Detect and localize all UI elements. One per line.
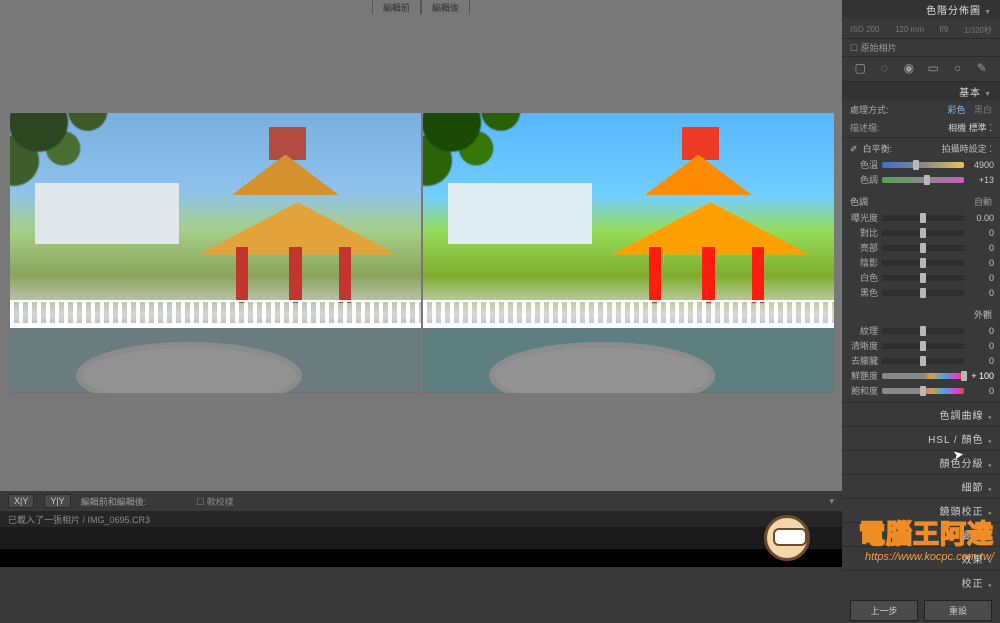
status-loaded-text: 已載入了一張相片 / [8, 515, 85, 525]
original-photo-toggle[interactable]: ☐ 原始相片 [842, 38, 1000, 57]
slider-shadows[interactable]: 陰影0 [848, 255, 994, 270]
slider-dehaze[interactable]: 去朦朧0 [848, 353, 994, 368]
profile-row[interactable]: 描述檔: 相機 標準 ⁚ [842, 118, 1000, 138]
radial-tool-icon[interactable]: ○ [949, 61, 965, 77]
status-bar: 已載入了一張相片 / IMG_0695.CR3 [0, 511, 842, 527]
slider-clarity[interactable]: 清晰度0 [848, 338, 994, 353]
before-after-tabs: 編輯前 編輯後 [0, 0, 842, 14]
sidebar-action-buttons: 上一步 重設 [842, 594, 1000, 623]
treatment-color[interactable]: 彩色 [947, 105, 965, 115]
panel-lens[interactable]: 鏡頭校正◂ [842, 498, 1000, 522]
soft-proof-checkbox[interactable]: 軟校樣 [207, 497, 234, 507]
slider-texture[interactable]: 紋理0 [848, 323, 994, 338]
slider-contrast[interactable]: 對比0 [848, 225, 994, 240]
slider-vibrance[interactable]: 鮮艷度+ 100 [848, 368, 994, 383]
gradient-tool-icon[interactable]: ▭ [925, 61, 941, 77]
white-balance-group: ✐ 白平衡: 拍攝時設定 ⁚ 色溫4900 色調+13 [842, 138, 1000, 191]
panel-tone-curve[interactable]: 色調曲線◂ [842, 402, 1000, 426]
treatment-row: 處理方式: 彩色 黑白 [842, 101, 1000, 118]
panel-effects[interactable]: 效果◂ [842, 546, 1000, 570]
slider-temperature[interactable]: 色溫4900 [848, 157, 994, 172]
slider-exposure[interactable]: 曝光度0.00 [848, 210, 994, 225]
chevron-down-icon[interactable]: ▾ [829, 496, 834, 507]
develop-sidebar: 色階分佈圖▼ ISO 200120 mmf/91/320秒 ☐ 原始相片 ▢ ◌… [842, 0, 1000, 567]
redeye-tool-icon[interactable]: ◉ [901, 61, 917, 77]
mascot-icon [764, 515, 810, 561]
panel-detail[interactable]: 細節◂ [842, 474, 1000, 498]
panel-color-grading[interactable]: 顏色分級◂ [842, 450, 1000, 474]
histogram-exif: ISO 200120 mmf/91/320秒 [842, 25, 1000, 38]
photo-before[interactable] [10, 113, 421, 393]
eyedropper-icon[interactable]: ✐ [850, 144, 858, 154]
slider-tint[interactable]: 色調+13 [848, 172, 994, 187]
presence-group: 外觀 紋理0 清晰度0 去朦朧0 鮮艷度+ 100 飽和度0 [842, 304, 1000, 402]
app-root: 編輯前 編輯後 X|Y Y|Y 編輯前和編輯後: ☐ 軟校樣 ▾ 已載入了一張 [0, 0, 1000, 567]
view-mode-yy-button[interactable]: Y|Y [44, 494, 70, 508]
auto-tone-button[interactable]: 自動 [974, 195, 992, 208]
slider-saturation[interactable]: 飽和度0 [848, 383, 994, 398]
slider-highlights[interactable]: 亮部0 [848, 240, 994, 255]
before-after-label: 編輯前和編輯後: [81, 495, 147, 508]
panel-transform[interactable]: 變形◂ [842, 522, 1000, 546]
tab-after[interactable]: 編輯後 [421, 0, 470, 14]
previous-button[interactable]: 上一步 [850, 600, 918, 621]
local-adjustment-tools: ▢ ◌ ◉ ▭ ○ ✎ [842, 57, 1000, 82]
tone-group: 色調自動 曝光度0.00 對比0 亮部0 陰影0 白色0 黑色0 [842, 191, 1000, 304]
view-mode-xy-button[interactable]: X|Y [8, 494, 34, 508]
wb-preset-dropdown[interactable]: 拍攝時設定 ⁚ [942, 142, 992, 155]
footer-bar [0, 549, 842, 567]
reset-button[interactable]: 重設 [924, 600, 992, 621]
brush-tool-icon[interactable]: ✎ [974, 61, 990, 77]
photo-after[interactable] [423, 113, 834, 393]
panel-hsl[interactable]: HSL / 顏色◂ [842, 426, 1000, 450]
treatment-bw[interactable]: 黑白 [974, 105, 992, 115]
spot-tool-icon[interactable]: ◌ [876, 61, 892, 77]
slider-whites[interactable]: 白色0 [848, 270, 994, 285]
slider-blacks[interactable]: 黑色0 [848, 285, 994, 300]
main-area: 編輯前 編輯後 X|Y Y|Y 編輯前和編輯後: ☐ 軟校樣 ▾ 已載入了一張 [0, 0, 842, 567]
status-filename: IMG_0695.CR3 [88, 515, 151, 525]
basic-panel-header[interactable]: 基本▼ [842, 82, 1000, 101]
view-toolbar: X|Y Y|Y 編輯前和編輯後: ☐ 軟校樣 ▾ [0, 491, 842, 511]
crop-tool-icon[interactable]: ▢ [852, 61, 868, 77]
filmstrip[interactable] [0, 527, 842, 549]
histogram-panel-header[interactable]: 色階分佈圖▼ [842, 0, 1000, 19]
panel-calibration[interactable]: 校正◂ [842, 570, 1000, 594]
tab-before[interactable]: 編輯前 [372, 0, 421, 14]
compare-viewer[interactable] [0, 14, 842, 491]
